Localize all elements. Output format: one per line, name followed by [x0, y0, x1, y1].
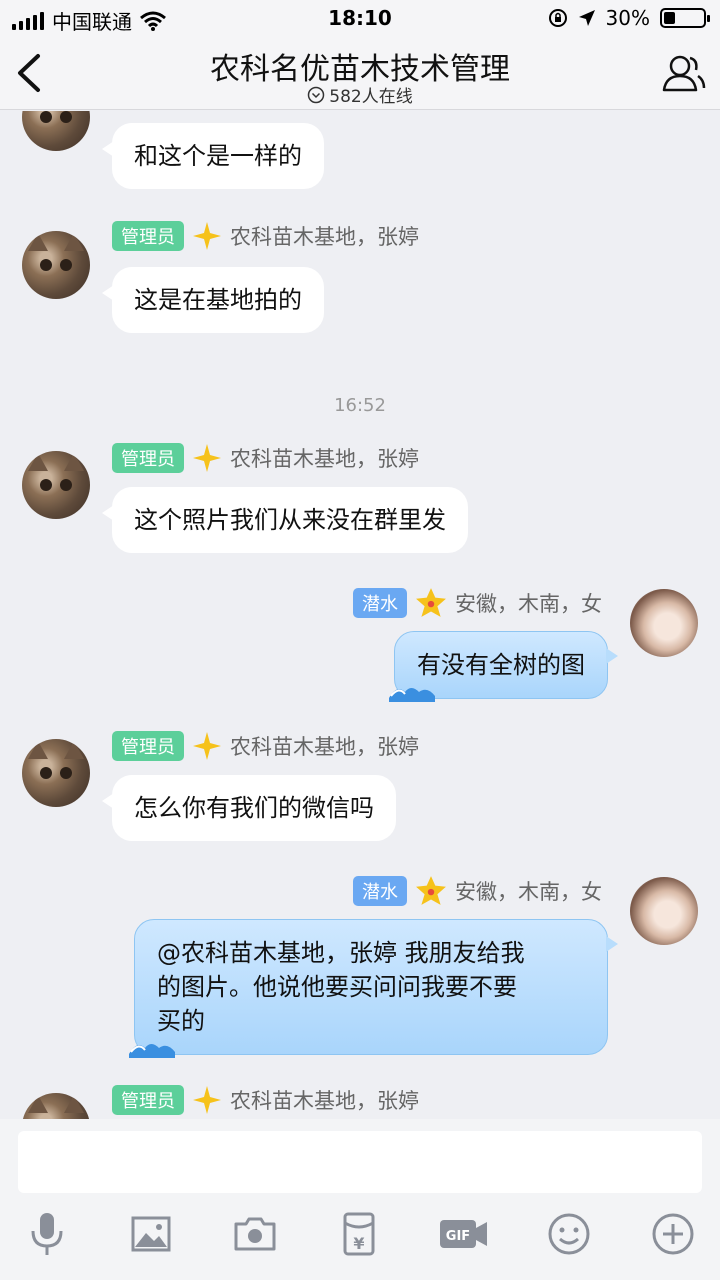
camera-icon[interactable] — [230, 1209, 280, 1259]
online-count: 582人在线 — [329, 87, 413, 107]
avatar[interactable] — [22, 739, 90, 807]
wave-decoration-icon — [389, 688, 435, 702]
gif-label: GIF — [446, 1229, 470, 1244]
member-badge: 潜水 — [353, 876, 407, 906]
message-item: 管理员 农科苗木基地，张婷 怎么你有我们的微信吗 — [0, 727, 720, 857]
admin-badge: 管理员 — [112, 1085, 184, 1115]
sender-name[interactable]: 农科苗木基地，张婷 — [230, 221, 419, 251]
sender-name[interactable]: 安徽，木南，女 — [455, 876, 602, 906]
message-text-line: @农科苗木基地，张婷 我朋友给我 — [157, 939, 525, 967]
message-bubble[interactable]: 和这个是一样的 — [102, 123, 324, 189]
sender-info: 管理员 农科苗木基地，张婷 — [112, 1085, 419, 1115]
battery-fill — [664, 12, 676, 24]
sender-name[interactable]: 农科苗木基地，张婷 — [230, 731, 419, 761]
message-item: 管理员 农科苗木基地，张婷 这是在基地拍的 — [0, 219, 720, 349]
red-packet-icon[interactable]: ¥ — [334, 1209, 384, 1259]
sender-name[interactable]: 农科苗木基地，张婷 — [230, 1085, 419, 1115]
chat-header: 农科名优苗木技术管理 582人在线 — [0, 36, 720, 110]
battery-percent: 30% — [605, 6, 650, 30]
online-status[interactable]: 582人在线 — [0, 82, 720, 107]
sender-info: 管理员 农科苗木基地，张婷 — [112, 443, 419, 473]
message-list[interactable]: 和这个是一样的 管理员 农科苗木基地，张婷 这是在基地拍的 16:52 管理员 … — [0, 111, 720, 1119]
message-input[interactable] — [18, 1131, 702, 1193]
message-text: 有没有全树的图 — [417, 651, 585, 679]
image-icon[interactable] — [126, 1209, 176, 1259]
star-rank-icon — [193, 1086, 221, 1114]
avatar[interactable] — [22, 1093, 90, 1119]
yen-symbol: ¥ — [353, 1234, 364, 1253]
message-item: 管理员 农科苗木基地，张婷 这个照片我们从来没在群里发 — [0, 439, 720, 569]
message-bubble[interactable]: 有没有全树的图 — [389, 631, 618, 702]
chevron-down-icon — [308, 86, 325, 103]
admin-badge: 管理员 — [112, 443, 184, 473]
battery-icon — [660, 8, 710, 28]
sender-info: 潜水 安徽，木南，女 — [353, 875, 602, 907]
message-text-line: 的图片。他说他要买问问我要不要 — [157, 973, 517, 1001]
message-item: 潜水 安徽，木南，女 有没有全树的图 — [0, 583, 720, 703]
star-rank-icon — [416, 588, 446, 617]
message-bubble[interactable]: 这是在基地拍的 — [102, 267, 324, 333]
avatar[interactable] — [22, 111, 90, 151]
message-item: 管理员 农科苗木基地，张婷 — [0, 1081, 720, 1119]
avatar[interactable] — [22, 451, 90, 519]
group-members-icon[interactable] — [660, 50, 706, 96]
avatar[interactable] — [630, 877, 698, 945]
rotation-lock-icon — [548, 9, 567, 27]
message-bubble[interactable]: @农科苗木基地，张婷 我朋友给我 的图片。他说他要买问问我要不要 买的 — [129, 919, 618, 1058]
avatar[interactable] — [630, 589, 698, 657]
admin-badge: 管理员 — [112, 221, 184, 251]
message-timestamp: 16:52 — [334, 395, 386, 416]
plus-icon[interactable] — [648, 1209, 698, 1259]
sender-name[interactable]: 农科苗木基地，张婷 — [230, 443, 419, 473]
star-rank-icon — [193, 732, 221, 760]
star-rank-icon — [193, 222, 221, 250]
avatar[interactable] — [22, 231, 90, 299]
message-item: 和这个是一样的 — [0, 111, 720, 201]
status-right: 30% — [548, 6, 710, 30]
message-bubble[interactable]: 这个照片我们从来没在群里发 — [102, 487, 468, 553]
message-bubble[interactable]: 怎么你有我们的微信吗 — [102, 775, 396, 841]
input-area: ¥ GIF — [0, 1119, 720, 1280]
microphone-icon[interactable] — [22, 1209, 72, 1259]
sender-info: 潜水 安徽，木南，女 — [353, 587, 602, 619]
status-bar: 中国联通 18:10 30% — [0, 0, 720, 36]
message-text-line: 买的 — [157, 1007, 205, 1035]
star-rank-icon — [193, 444, 221, 472]
emoji-icon[interactable] — [544, 1209, 594, 1259]
location-icon — [578, 10, 595, 26]
star-rank-icon — [416, 876, 446, 905]
gif-icon[interactable]: GIF — [438, 1209, 490, 1259]
input-toolbar: ¥ GIF — [0, 1209, 720, 1269]
sender-info: 管理员 农科苗木基地，张婷 — [112, 221, 419, 251]
sender-name[interactable]: 安徽，木南，女 — [455, 588, 602, 618]
admin-badge: 管理员 — [112, 731, 184, 761]
member-badge: 潜水 — [353, 588, 407, 618]
message-item: 潜水 安徽，木南，女 @农科苗木基地，张婷 我朋友给我 的图片。他说他要买问问我… — [0, 871, 720, 1061]
sender-info: 管理员 农科苗木基地，张婷 — [112, 731, 419, 761]
wave-decoration-icon — [129, 1044, 175, 1058]
